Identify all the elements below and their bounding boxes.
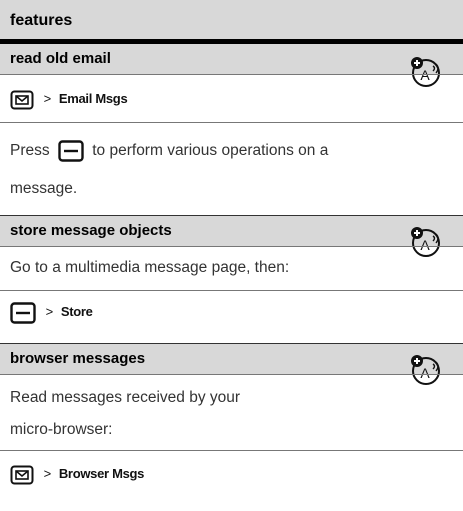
menu-key-icon: [58, 140, 84, 162]
svg-text:A: A: [420, 67, 430, 83]
menu-key-icon: [10, 302, 36, 324]
feature-description: Press to perform various operations on a: [10, 140, 328, 162]
feature-description-continued: micro-browser:: [10, 421, 113, 438]
divider: [0, 450, 463, 451]
feature-title-bar: store message objects: [0, 216, 463, 246]
feature-title: store message objects: [10, 222, 172, 239]
nav-path-email-msgs: > Email Msgs: [10, 90, 128, 110]
message-key-icon: [10, 90, 34, 110]
network-feature-icon: A: [411, 227, 440, 257]
nav-arrow: >: [43, 466, 52, 482]
nav-label: Email Msgs: [58, 91, 128, 107]
feature-title-bar: browser messages: [0, 344, 463, 374]
network-feature-icon: A: [411, 355, 440, 385]
feature-title: read old email: [10, 50, 111, 67]
nav-label: Browser Msgs: [58, 466, 145, 482]
divider: [0, 374, 463, 375]
svg-text:A: A: [420, 237, 430, 253]
divider: [0, 74, 463, 75]
table-header-title: features: [10, 12, 73, 29]
divider: [0, 290, 463, 291]
svg-text:A: A: [420, 365, 430, 381]
nav-label: Store: [60, 304, 93, 320]
nav-path-store: > Store: [10, 302, 93, 324]
feature-description-continued: message.: [10, 180, 78, 197]
nav-arrow: >: [45, 304, 54, 320]
table-header: features: [0, 0, 463, 44]
nav-arrow: >: [43, 91, 52, 107]
message-key-icon: [10, 465, 34, 485]
divider: [0, 122, 463, 123]
feature-browser-messages: browser messages A Read messages receive…: [0, 344, 463, 511]
feature-read-old-email: read old email A > Email Msgs Press to p…: [0, 44, 463, 216]
feature-description: Read messages received by your: [10, 389, 241, 406]
feature-store-message-objects: store message objects A Go to a multimed…: [0, 216, 463, 344]
network-feature-icon: A: [411, 57, 440, 87]
feature-description: Go to a multimedia message page, then:: [10, 259, 290, 276]
feature-title-bar: read old email: [0, 44, 463, 74]
nav-path-browser-msgs: > Browser Msgs: [10, 465, 144, 485]
divider: [0, 246, 463, 247]
feature-title: browser messages: [10, 350, 146, 367]
